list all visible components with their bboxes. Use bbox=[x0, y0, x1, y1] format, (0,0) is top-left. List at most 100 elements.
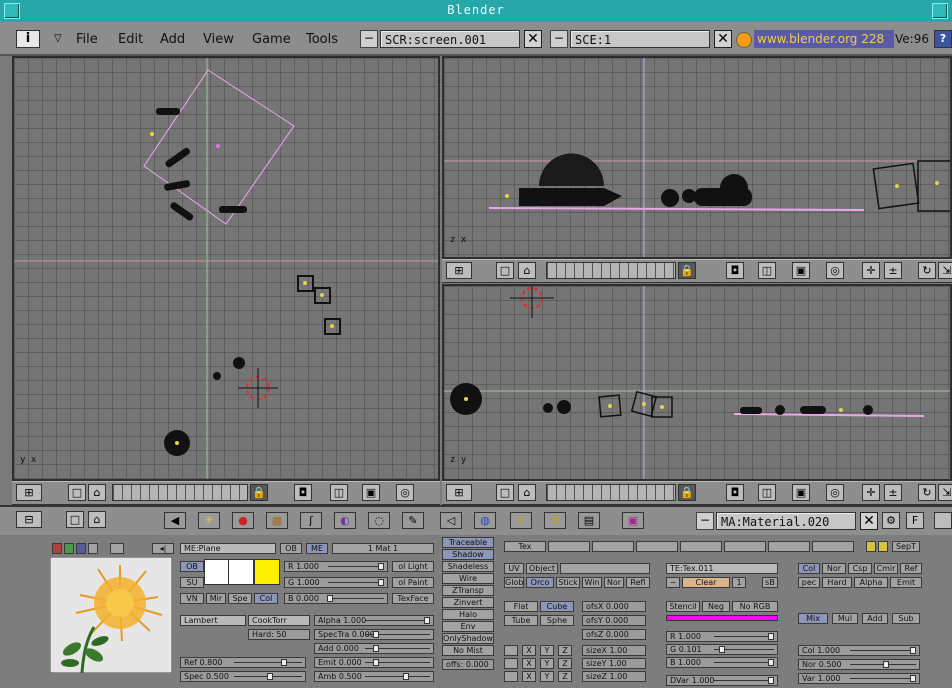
menu-file[interactable]: File bbox=[76, 32, 98, 47]
texco-orco[interactable]: Orco bbox=[526, 577, 554, 588]
preview-bg-icon[interactable] bbox=[88, 543, 98, 554]
material-name-field[interactable]: MA:Material.020 bbox=[716, 512, 856, 530]
mapto-ref[interactable]: Ref bbox=[900, 563, 922, 574]
color-mode-col[interactable]: Col bbox=[254, 593, 278, 604]
spec-slider[interactable]: Spec 0.500 bbox=[180, 671, 306, 682]
map-z-none[interactable] bbox=[504, 671, 518, 682]
transform-icon[interactable]: ± bbox=[884, 484, 902, 501]
alpha-slider[interactable]: Alpha 1.000 bbox=[314, 615, 434, 626]
menu-add[interactable]: Add bbox=[160, 32, 185, 47]
fullscreen-icon[interactable]: □ bbox=[66, 511, 84, 528]
delete-scene-button[interactable]: ✕ bbox=[714, 30, 732, 48]
blend-add[interactable]: Add bbox=[862, 613, 888, 624]
dvar-slider[interactable]: DVar 1.000 bbox=[666, 675, 778, 686]
viewport-side[interactable]: z y bbox=[442, 284, 952, 481]
manipulator-icon[interactable]: ✛ bbox=[862, 262, 880, 279]
texture-browse-button[interactable]: − bbox=[666, 577, 680, 588]
scale-icon[interactable]: ⇲ bbox=[938, 484, 952, 501]
zoffset-field[interactable]: offs: 0.000 bbox=[442, 659, 494, 670]
texface-button[interactable]: TexFace bbox=[392, 593, 434, 604]
mapto-spec[interactable]: pec bbox=[798, 577, 820, 588]
texco-uv[interactable]: UV bbox=[504, 563, 524, 574]
home-icon[interactable]: ⌂ bbox=[88, 484, 106, 501]
material-browse-button[interactable]: − bbox=[696, 512, 714, 530]
animation-context-icon[interactable]: ʃ bbox=[300, 512, 322, 529]
rotate-icon[interactable]: ↻ bbox=[918, 262, 936, 279]
preview-cube-icon[interactable] bbox=[76, 543, 86, 554]
diffuse-color-swatch[interactable] bbox=[254, 559, 280, 585]
color-mode-vn[interactable]: VN bbox=[180, 593, 204, 604]
texture-color-swatch[interactable] bbox=[666, 615, 778, 621]
texture-clear-button[interactable]: Clear bbox=[682, 577, 730, 588]
material-index-field[interactable]: 1 Mat 1 bbox=[332, 543, 434, 554]
lock-icon[interactable]: 🔒 bbox=[678, 484, 696, 501]
stencil-button[interactable]: Stencil bbox=[666, 601, 700, 612]
map-y-none[interactable] bbox=[504, 658, 518, 669]
tex-b-slider[interactable]: B 1.000 bbox=[666, 657, 778, 668]
texco-refl[interactable]: Refl bbox=[626, 577, 650, 588]
size-y-field[interactable]: sizeY 1.00 bbox=[582, 658, 646, 669]
preview-refresh-icon[interactable] bbox=[110, 543, 124, 554]
tex-r-slider[interactable]: R 1.000 bbox=[666, 631, 778, 642]
proportional-icon[interactable]: ◎ bbox=[396, 484, 414, 501]
mode-nomist[interactable]: No Mist bbox=[442, 645, 494, 656]
menu-tools[interactable]: Tools bbox=[306, 32, 338, 47]
color-mode-spe[interactable]: Spe bbox=[228, 593, 252, 604]
size-x-field[interactable]: sizeX 1.00 bbox=[582, 645, 646, 656]
transform-icon[interactable]: ± bbox=[884, 262, 902, 279]
diffuse-shader-select[interactable]: Lambert bbox=[180, 615, 246, 626]
scene-name-field[interactable]: SCE:1 bbox=[570, 30, 710, 48]
texture-context-icon[interactable]: ▩ bbox=[266, 512, 288, 529]
material-context-icon[interactable]: ● bbox=[232, 512, 254, 529]
mode-env[interactable]: Env bbox=[442, 621, 494, 632]
texco-object[interactable]: Object bbox=[526, 563, 558, 574]
window-type-icon[interactable]: ⊞ bbox=[446, 484, 472, 501]
size-z-field[interactable]: sizeZ 1.00 bbox=[582, 671, 646, 682]
draw-mode-icon[interactable]: ◫ bbox=[758, 484, 776, 501]
manipulator-icon[interactable]: ✛ bbox=[862, 484, 880, 501]
ref-slider[interactable]: Ref 0.800 bbox=[180, 657, 306, 668]
blend-sub[interactable]: Sub bbox=[892, 613, 920, 624]
viewport-front[interactable]: z x bbox=[442, 56, 952, 259]
info-window-icon[interactable]: i bbox=[16, 30, 40, 48]
menu-game[interactable]: Game bbox=[252, 32, 291, 47]
pivot-icon[interactable]: ▣ bbox=[792, 484, 810, 501]
mode-wire[interactable]: Wire bbox=[442, 573, 494, 584]
lock-icon[interactable]: 🔒 bbox=[678, 262, 696, 279]
fullscreen-icon[interactable]: □ bbox=[68, 484, 86, 501]
ob-link-button[interactable]: OB bbox=[280, 543, 302, 554]
texture-channel-2[interactable] bbox=[548, 541, 590, 552]
mapto-nor-slider[interactable]: Nor 0.500 bbox=[798, 659, 920, 670]
lock-icon[interactable]: 🔒 bbox=[250, 484, 268, 501]
map-x-x[interactable]: X bbox=[522, 645, 536, 656]
link-icon[interactable]: ◂| bbox=[152, 543, 174, 554]
map-z-y[interactable]: Y bbox=[540, 671, 554, 682]
mapto-alpha[interactable]: Alpha bbox=[854, 577, 888, 588]
blend-mix[interactable]: Mix bbox=[798, 613, 828, 624]
mode-shadeless[interactable]: Shadeless bbox=[442, 561, 494, 572]
paste-icon[interactable] bbox=[878, 541, 888, 552]
preview-sphere-icon[interactable] bbox=[64, 543, 74, 554]
mode-zinvert[interactable]: Zinvert bbox=[442, 597, 494, 608]
mapto-nor[interactable]: Nor bbox=[822, 563, 846, 574]
color-mode-su[interactable]: SU bbox=[180, 577, 204, 588]
menu-collapse-icon[interactable]: ▽ bbox=[54, 33, 62, 44]
window-maximize-icon[interactable] bbox=[932, 3, 948, 19]
tex-g-slider[interactable]: G 0.101 bbox=[666, 644, 778, 655]
mode-shadow[interactable]: Shadow bbox=[442, 549, 494, 560]
map-x-none[interactable] bbox=[504, 645, 518, 656]
mapto-emit[interactable]: Emit bbox=[890, 577, 922, 588]
proj-flat[interactable]: Flat bbox=[504, 601, 538, 612]
view-icon[interactable]: ◘ bbox=[294, 484, 312, 501]
texco-nor[interactable]: Nor bbox=[604, 577, 624, 588]
fake-user-icon[interactable]: ⚙ bbox=[882, 512, 900, 529]
lamp-context-icon[interactable]: ☀ bbox=[198, 512, 220, 529]
proportional-icon[interactable]: ◎ bbox=[826, 262, 844, 279]
texture-channel-6[interactable] bbox=[724, 541, 766, 552]
view-icon[interactable]: ◘ bbox=[726, 484, 744, 501]
radiation-context-icon[interactable]: ☢ bbox=[544, 512, 566, 529]
mirror-color-swatch[interactable] bbox=[204, 559, 230, 585]
ol-light-button[interactable]: ol Light bbox=[392, 561, 434, 572]
color-b-slider[interactable]: B 0.000 bbox=[284, 593, 388, 604]
layer-buttons[interactable] bbox=[546, 262, 676, 279]
